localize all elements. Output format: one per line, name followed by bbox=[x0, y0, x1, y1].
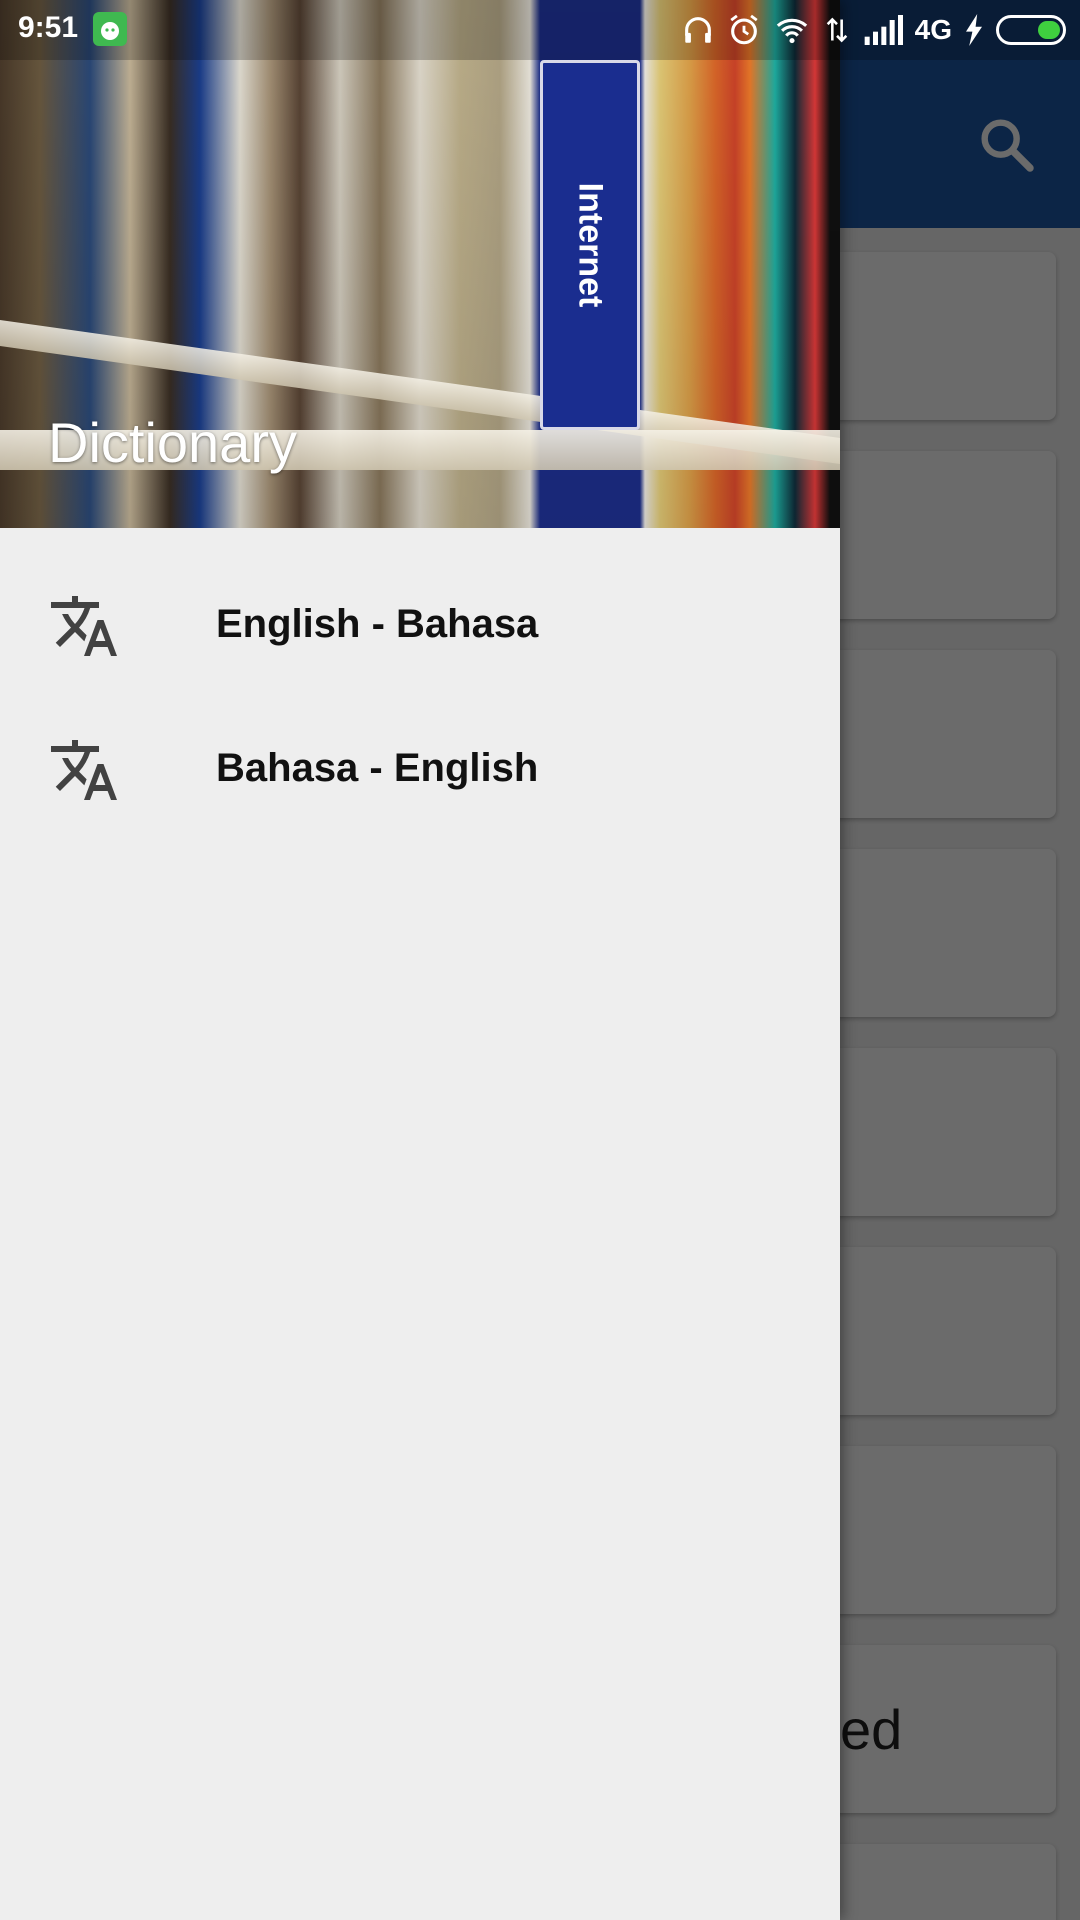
translate-icon bbox=[51, 596, 117, 656]
menu-item-label: Bahasa - English bbox=[216, 746, 539, 790]
signal-icon bbox=[864, 15, 903, 45]
alarm-icon bbox=[730, 14, 758, 45]
drawer-title: Dictionary bbox=[48, 411, 297, 474]
header-image-book-label: Internet bbox=[540, 60, 640, 430]
headphones-icon bbox=[684, 17, 711, 43]
menu-item-english-bahasa[interactable]: English - Bahasa bbox=[0, 552, 840, 696]
status-bar: 9:51 4G bbox=[0, 0, 1080, 60]
drawer-header: Internet Dictionary bbox=[0, 0, 840, 528]
battery-level bbox=[1038, 21, 1060, 39]
wifi-icon bbox=[776, 18, 807, 44]
drawer-menu: English - Bahasa Bahasa - English bbox=[0, 552, 840, 840]
battery-icon bbox=[996, 15, 1066, 45]
translate-icon bbox=[51, 740, 117, 800]
menu-item-label: English - Bahasa bbox=[216, 602, 539, 646]
status-icons: 4G bbox=[681, 10, 1066, 50]
status-time: 9:51 bbox=[18, 11, 79, 44]
data-transfer-icon bbox=[826, 17, 847, 43]
header-book-label-text: Internet bbox=[571, 182, 610, 308]
network-type: 4G bbox=[914, 14, 952, 45]
navigation-drawer: Internet Dictionary English - Bahasa Bah… bbox=[0, 0, 840, 1920]
charging-icon bbox=[966, 14, 982, 46]
app-notification-icon bbox=[93, 12, 127, 46]
menu-item-bahasa-english[interactable]: Bahasa - English bbox=[0, 696, 840, 840]
